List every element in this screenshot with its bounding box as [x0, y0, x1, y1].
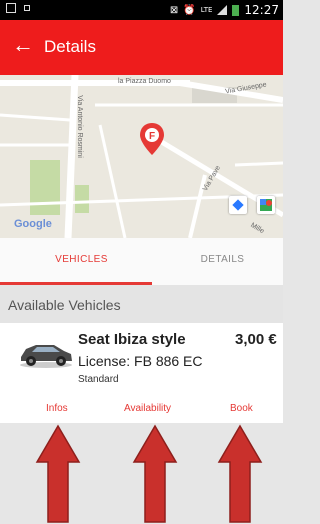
- map-view[interactable]: la Piazza Duomo Via Antonio Rosmini Via …: [0, 75, 283, 238]
- tab-vehicles[interactable]: VEHICLES: [11, 238, 152, 285]
- image-notification-icon: [6, 3, 16, 13]
- tab-bar: VEHICLES DETAILS: [0, 238, 283, 285]
- tab-details[interactable]: DETAILS: [152, 238, 293, 285]
- vehicle-price: 3,00 €: [235, 331, 277, 348]
- up-arrow-book-icon: [217, 424, 263, 523]
- page-title: Details: [44, 37, 96, 56]
- infos-button[interactable]: Infos: [46, 403, 68, 414]
- battery-icon: [232, 4, 240, 16]
- svg-text:F: F: [149, 131, 155, 142]
- arrow-left-icon[interactable]: ←: [12, 34, 34, 56]
- status-bar: ⊠ ⏰ LTE 12:27: [0, 0, 283, 20]
- map-label-rosmini: Via Antonio Rosmini: [75, 95, 83, 158]
- availability-button[interactable]: Availability: [124, 403, 171, 414]
- google-attribution: Google: [14, 218, 52, 230]
- section-title: Available Vehicles: [8, 297, 121, 313]
- network-type: LTE: [200, 6, 213, 14]
- signal-icon: [217, 5, 228, 15]
- nfc-icon: ⊠: [169, 4, 179, 16]
- map-label-piazza: la Piazza Duomo: [118, 78, 171, 85]
- book-button[interactable]: Book: [230, 403, 253, 414]
- up-arrow-availability-icon: [132, 424, 178, 523]
- car-icon: [20, 345, 72, 368]
- vehicle-name: Seat Ibiza style: [78, 331, 186, 348]
- vehicle-license: License: FB 886 EC: [78, 353, 203, 369]
- status-time: 12:27: [244, 3, 279, 17]
- google-maps-icon[interactable]: [257, 196, 275, 214]
- up-arrow-infos-icon: [35, 424, 81, 523]
- directions-icon[interactable]: [229, 196, 247, 214]
- section-header: Available Vehicles: [0, 285, 283, 323]
- notification-icon: [24, 5, 30, 11]
- app-bar: ← Details: [0, 20, 283, 75]
- alarm-icon: ⏰: [183, 4, 196, 16]
- map-pin-icon[interactable]: F: [140, 123, 164, 155]
- vehicle-category: Standard: [78, 374, 119, 385]
